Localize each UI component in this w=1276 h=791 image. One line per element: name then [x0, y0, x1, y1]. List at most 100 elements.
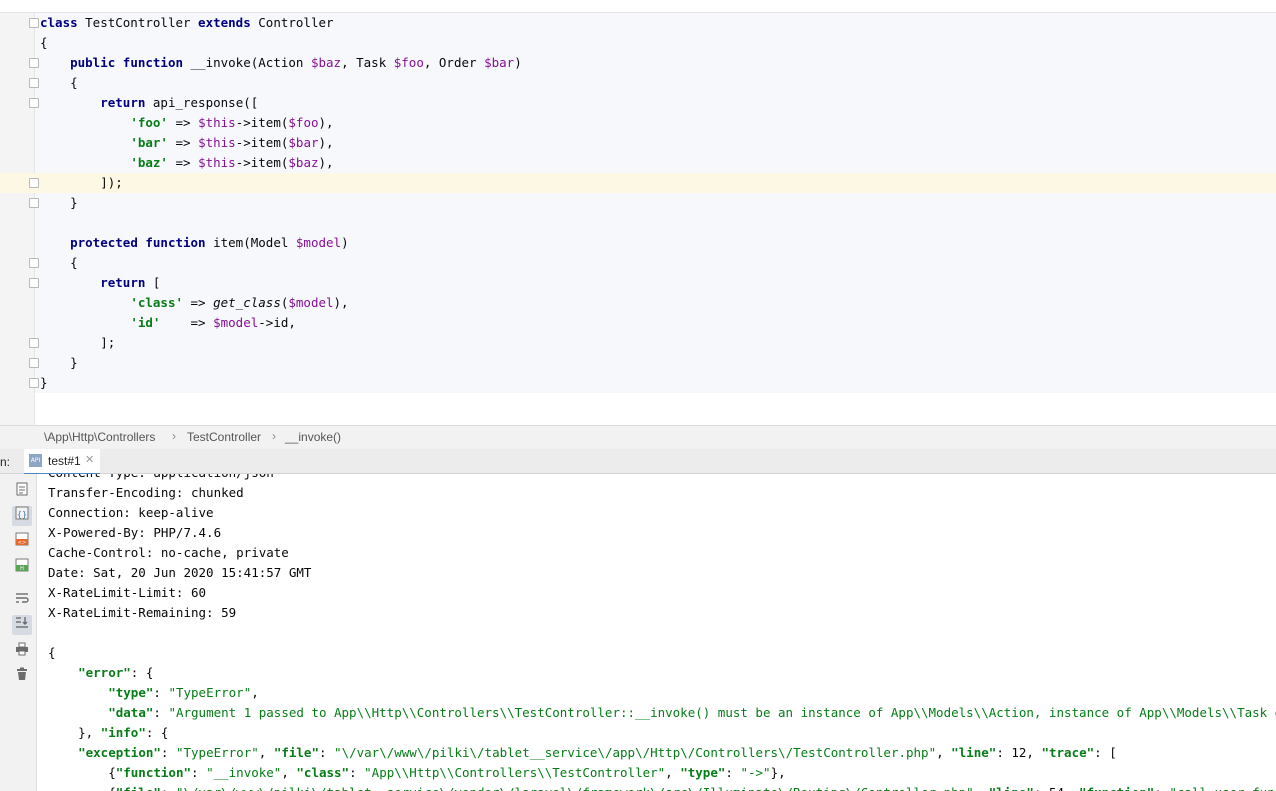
code-token: "type": [108, 685, 154, 700]
fold-marker-icon[interactable]: [29, 58, 39, 68]
fold-marker-icon[interactable]: [29, 178, 39, 188]
trash-icon[interactable]: [12, 667, 32, 687]
code-line: 'foo' => $this->item($foo),: [40, 113, 333, 133]
code-token: ),: [333, 295, 349, 310]
header-line: Date: Sat, 20 Jun 2020 15:41:57 GMT: [48, 565, 312, 580]
code-line: 'class' => get_class($model),: [40, 293, 349, 313]
code-editor[interactable]: class TestController extends Controller {…: [0, 0, 1276, 425]
response-output[interactable]: Content-Type: application/json Transfer-E…: [37, 474, 1276, 791]
json-line: "data": "Argument 1 passed to App\\Http\…: [48, 703, 1276, 723]
code-token: {: [48, 765, 116, 780]
code-token: "line": [951, 745, 997, 760]
code-line: protected function item(Model $model): [40, 233, 349, 253]
breadcrumb-class[interactable]: TestController: [187, 430, 261, 444]
code-token: $baz: [310, 55, 342, 70]
fold-marker-icon[interactable]: [29, 18, 39, 28]
code-token: ,: [936, 745, 952, 760]
code-token: :: [160, 745, 176, 760]
editor-tab-strip: [0, 0, 1276, 13]
code-token: "function": [115, 765, 191, 780]
json-line: {"file": "\/var\/www\/pilki\/tablet__ser…: [48, 783, 1276, 791]
code-token: {: [40, 75, 78, 90]
code-line: {: [40, 73, 78, 93]
fold-marker-icon[interactable]: [29, 338, 39, 348]
tab-test-1[interactable]: API test#1 ✕: [24, 449, 100, 475]
code-token: 'baz': [130, 155, 168, 170]
header-line: Content-Type: application/json: [48, 474, 274, 483]
code-token: }: [40, 375, 48, 390]
code-token: : 12,: [996, 745, 1042, 760]
fold-marker-icon[interactable]: [29, 378, 39, 388]
code-token: $model: [295, 235, 342, 250]
headers-view-icon[interactable]: H: [12, 558, 32, 578]
breadcrumb-namespace[interactable]: \App\Http\Controllers: [44, 430, 155, 444]
code-token: },: [48, 725, 101, 740]
code-line: ];: [40, 333, 115, 353]
code-token: "\/var\/www\/pilki\/tablet__service\/app…: [334, 745, 937, 760]
fold-marker-icon[interactable]: [29, 358, 39, 368]
code-token: }: [40, 195, 78, 210]
code-token: :: [1154, 785, 1169, 791]
code-token: }: [40, 355, 78, 370]
close-icon[interactable]: ✕: [85, 453, 94, 466]
code-token: "__invoke": [206, 765, 282, 780]
scroll-to-end-icon[interactable]: [12, 615, 32, 635]
code-token: $baz: [288, 155, 319, 170]
code-line: 'baz' => $this->item($baz),: [40, 153, 334, 173]
code-token: =>: [160, 315, 214, 330]
code-token: "class": [296, 765, 350, 780]
fold-marker-icon[interactable]: [29, 278, 39, 288]
soft-wrap-icon[interactable]: [12, 591, 32, 611]
code-token: },: [770, 765, 786, 780]
code-token: ),: [318, 155, 334, 170]
code-token: "trace": [1041, 745, 1095, 760]
code-token: "info": [100, 725, 146, 740]
svg-text:{}: {}: [17, 510, 27, 519]
code-token: ): [341, 235, 349, 250]
html-view-icon[interactable]: <>: [12, 532, 32, 552]
fold-marker-icon[interactable]: [29, 258, 39, 268]
header-line: X-Powered-By: PHP/7.4.6: [48, 525, 222, 540]
code-token: ,: [665, 765, 681, 780]
code-token: "file": [116, 785, 161, 791]
code-token: "Argument 1 passed to App\\Http\\Control…: [168, 705, 1276, 720]
code-token: return: [100, 275, 153, 290]
code-token: : {: [130, 665, 154, 680]
code-token: "file": [273, 745, 319, 760]
document-icon[interactable]: [12, 482, 32, 502]
code-token: ,: [251, 685, 259, 700]
code-token: ->item(: [235, 155, 289, 170]
fold-marker-icon[interactable]: [29, 198, 39, 208]
code-token: :: [161, 785, 176, 791]
code-token: ->item(: [235, 135, 289, 150]
tab-label: test#1: [48, 454, 81, 468]
code-token: :: [349, 765, 365, 780]
json-line: "exception": "TypeError", "file": "\/var…: [48, 743, 1117, 763]
code-line: }: [40, 373, 48, 393]
code-token: ];: [40, 335, 116, 350]
print-icon[interactable]: [12, 642, 32, 662]
json-view-icon[interactable]: {}: [12, 506, 32, 526]
code-token: =>: [167, 135, 199, 150]
code-token: $foo: [288, 115, 319, 130]
code-token: "->": [740, 765, 771, 780]
fold-marker-icon[interactable]: [29, 98, 39, 108]
breadcrumb-method[interactable]: __invoke(): [285, 430, 341, 444]
code-token: 'class': [130, 295, 183, 310]
code-token: ,: [258, 745, 274, 760]
code-line: return [: [40, 273, 160, 293]
code-token: :: [191, 765, 207, 780]
code-token: ,: [281, 765, 297, 780]
json-line: {"function": "__invoke", "class": "App\\…: [48, 763, 786, 783]
code-line: {: [40, 33, 48, 53]
fold-marker-icon[interactable]: [29, 78, 39, 88]
current-line-highlight: [0, 173, 1276, 193]
code-line: 'bar' => $this->item($bar),: [40, 133, 333, 153]
run-label: n:: [0, 455, 11, 469]
